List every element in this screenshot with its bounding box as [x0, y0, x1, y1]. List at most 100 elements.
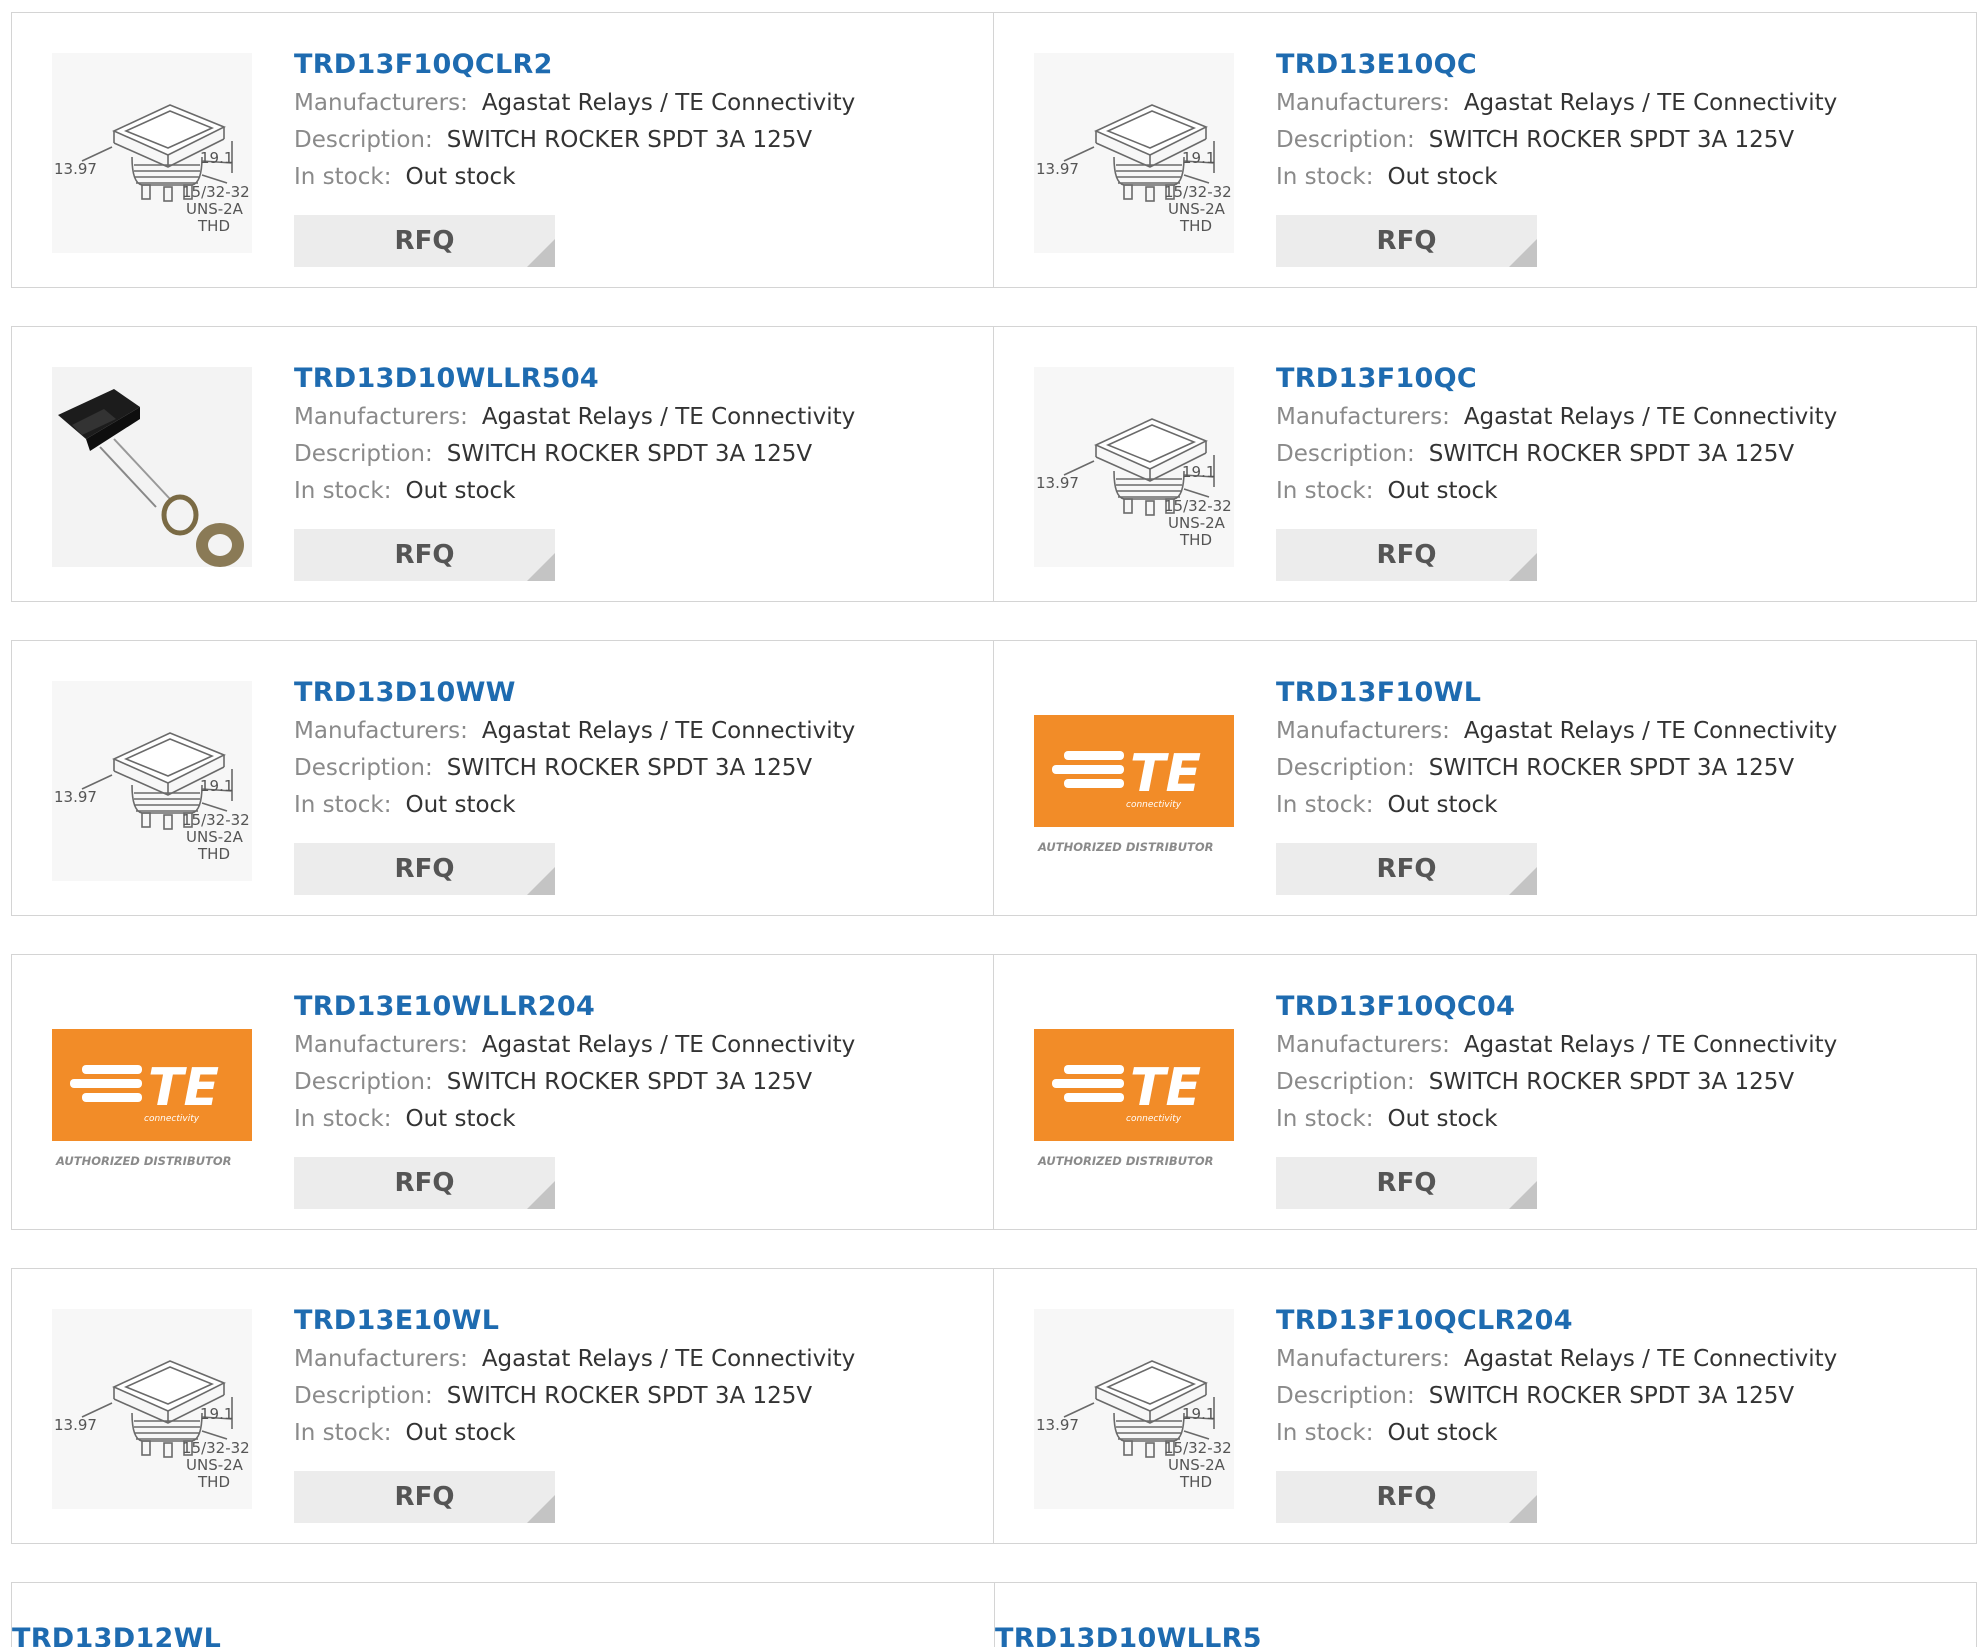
- product-info: TRD13D10WLLR504 Manufacturers: Agastat Re…: [294, 359, 855, 510]
- manufacturer-value: Agastat Relays / TE Connectivity: [481, 1346, 856, 1372]
- product-image[interactable]: [52, 367, 252, 567]
- description-value: SWITCH ROCKER SPDT 3A 125V: [446, 1383, 813, 1409]
- corner-triangle-icon: [527, 1495, 555, 1523]
- stock-line: In stock: Out stock: [294, 159, 855, 196]
- product-title-link[interactable]: TRD13F10QCLR2: [294, 45, 855, 85]
- product-image[interactable]: 13.97 19.1 15/32-32 UNS-2A THD: [52, 681, 252, 881]
- product-card: 13.97 19.1 15/32-32 UNS-2A THD TRD13F10Q…: [994, 1268, 1977, 1544]
- product-row-partial: TRD13D12WL TRD13D10WLLR5: [11, 1582, 1977, 1647]
- product-title-link[interactable]: TRD13F10QCLR204: [1276, 1301, 1837, 1341]
- stock-label: In stock:: [1276, 1106, 1374, 1132]
- manufacturer-line: Manufacturers: Agastat Relays / TE Connec…: [1276, 399, 1837, 436]
- svg-text:connectivity: connectivity: [1126, 1114, 1182, 1124]
- rfq-button[interactable]: RFQ: [1276, 843, 1537, 895]
- rocker-switch-drawing-icon: 13.97 19.1 15/32-32 UNS-2A THD: [52, 1309, 252, 1509]
- stock-label: In stock:: [1276, 164, 1374, 190]
- svg-text:13.97: 13.97: [54, 788, 97, 806]
- te-connectivity-logo: TE connectivity AUTHORIZED DISTRIBUTOR: [1034, 681, 1234, 881]
- product-image[interactable]: 13.97 19.1 15/32-32 UNS-2A THD: [1034, 53, 1234, 253]
- description-value: SWITCH ROCKER SPDT 3A 125V: [1428, 755, 1795, 781]
- product-title-link[interactable]: TRD13F10WL: [1276, 673, 1837, 713]
- product-title-link[interactable]: TRD13E10WL: [294, 1301, 855, 1341]
- rfq-button[interactable]: RFQ: [294, 1157, 555, 1209]
- description-value: SWITCH ROCKER SPDT 3A 125V: [446, 1069, 813, 1095]
- product-title-link[interactable]: TRD13D10WLLR5: [995, 1619, 1262, 1647]
- stock-label: In stock:: [294, 792, 392, 818]
- rfq-label: RFQ: [394, 1482, 455, 1512]
- svg-text:THD: THD: [197, 217, 230, 235]
- stock-label: In stock:: [1276, 478, 1374, 504]
- stock-value: Out stock: [1387, 164, 1498, 190]
- product-title-link[interactable]: TRD13E10QC: [1276, 45, 1837, 85]
- svg-text:13.97: 13.97: [54, 160, 97, 178]
- description-value: SWITCH ROCKER SPDT 3A 125V: [1428, 1383, 1795, 1409]
- product-info: TRD13F10QCLR2 Manufacturers: Agastat Rela…: [294, 45, 855, 196]
- svg-text:UNS-2A: UNS-2A: [1168, 200, 1226, 218]
- rocker-switch-drawing-icon: 13.97 19.1 15/32-32 UNS-2A THD: [52, 53, 252, 253]
- rfq-button[interactable]: RFQ: [294, 529, 555, 581]
- product-image[interactable]: 13.97 19.1 15/32-32 UNS-2A THD: [1034, 1309, 1234, 1509]
- rfq-button[interactable]: RFQ: [294, 215, 555, 267]
- product-grid: 13.97 19.1 15/32-32 UNS-2A THD TRD13F10Q…: [11, 0, 1977, 1647]
- svg-text:19.1: 19.1: [1182, 1405, 1215, 1423]
- manufacturer-line: Manufacturers: Agastat Relays / TE Connec…: [294, 85, 855, 122]
- svg-text:UNS-2A: UNS-2A: [186, 200, 244, 218]
- svg-text:13.97: 13.97: [1036, 1416, 1079, 1434]
- stock-value: Out stock: [405, 1420, 516, 1446]
- svg-text:13.97: 13.97: [1036, 160, 1079, 178]
- product-title-link[interactable]: TRD13D12WL: [12, 1619, 221, 1647]
- manufacturer-value: Agastat Relays / TE Connectivity: [1463, 1032, 1838, 1058]
- description-label: Description:: [294, 1383, 433, 1409]
- svg-text:UNS-2A: UNS-2A: [186, 1456, 244, 1474]
- product-card: 13.97 19.1 15/32-32 UNS-2A THD TRD13E10Q…: [994, 12, 1977, 288]
- rfq-label: RFQ: [1376, 1168, 1437, 1198]
- rfq-button[interactable]: RFQ: [1276, 529, 1537, 581]
- product-title-link[interactable]: TRD13E10WLLR204: [294, 987, 855, 1027]
- product-title-link[interactable]: TRD13F10QC: [1276, 359, 1837, 399]
- product-image[interactable]: 13.97 19.1 15/32-32 UNS-2A THD: [52, 53, 252, 253]
- stock-line: In stock: Out stock: [1276, 159, 1837, 196]
- manufacturer-label: Manufacturers:: [294, 718, 468, 744]
- corner-triangle-icon: [527, 867, 555, 895]
- stock-value: Out stock: [405, 792, 516, 818]
- stock-value: Out stock: [1387, 1106, 1498, 1132]
- rfq-button[interactable]: RFQ: [294, 843, 555, 895]
- product-image[interactable]: TE connectivity AUTHORIZED DISTRIBUTOR: [1034, 995, 1234, 1195]
- stock-line: In stock: Out stock: [294, 1101, 855, 1138]
- description-label: Description:: [294, 1069, 433, 1095]
- rfq-button[interactable]: RFQ: [1276, 1471, 1537, 1523]
- product-card: 13.97 19.1 15/32-32 UNS-2A THD TRD13D10W…: [11, 640, 994, 916]
- product-info: TRD13E10WLLR204 Manufacturers: Agastat Re…: [294, 987, 855, 1138]
- product-card: TE connectivity AUTHORIZED DISTRIBUTOR T…: [994, 954, 1977, 1230]
- product-info: TRD13F10QCLR204 Manufacturers: Agastat Re…: [1276, 1301, 1837, 1452]
- rfq-label: RFQ: [1376, 540, 1437, 570]
- te-connectivity-logo: TE connectivity AUTHORIZED DISTRIBUTOR: [52, 995, 252, 1195]
- product-image[interactable]: TE connectivity AUTHORIZED DISTRIBUTOR: [1034, 681, 1234, 881]
- product-title-link[interactable]: TRD13D10WW: [294, 673, 855, 713]
- rfq-button[interactable]: RFQ: [1276, 1157, 1537, 1209]
- product-title-link[interactable]: TRD13F10QC04: [1276, 987, 1837, 1027]
- svg-text:TE: TE: [148, 1058, 219, 1118]
- manufacturer-label: Manufacturers:: [294, 404, 468, 430]
- svg-text:15/32-32: 15/32-32: [182, 811, 250, 829]
- rfq-button[interactable]: RFQ: [294, 1471, 555, 1523]
- svg-text:TE: TE: [1130, 744, 1201, 804]
- description-value: SWITCH ROCKER SPDT 3A 125V: [446, 127, 813, 153]
- rocker-switch-drawing-icon: 13.97 19.1 15/32-32 UNS-2A THD: [1034, 1309, 1234, 1509]
- stock-line: In stock: Out stock: [1276, 1415, 1837, 1452]
- product-info: TRD13F10WL Manufacturers: Agastat Relays …: [1276, 673, 1837, 824]
- product-image[interactable]: TE connectivity AUTHORIZED DISTRIBUTOR: [52, 995, 252, 1195]
- product-title-link[interactable]: TRD13D10WLLR504: [294, 359, 855, 399]
- corner-triangle-icon: [1509, 239, 1537, 267]
- svg-text:13.97: 13.97: [54, 1416, 97, 1434]
- svg-text:THD: THD: [197, 845, 230, 863]
- svg-text:THD: THD: [1179, 217, 1212, 235]
- product-image[interactable]: 13.97 19.1 15/32-32 UNS-2A THD: [52, 1309, 252, 1509]
- corner-triangle-icon: [1509, 1181, 1537, 1209]
- svg-text:THD: THD: [1179, 531, 1212, 549]
- description-label: Description:: [1276, 1069, 1415, 1095]
- product-card: TE connectivity AUTHORIZED DISTRIBUTOR T…: [994, 640, 1977, 916]
- rfq-button[interactable]: RFQ: [1276, 215, 1537, 267]
- svg-text:19.1: 19.1: [200, 777, 233, 795]
- product-image[interactable]: 13.97 19.1 15/32-32 UNS-2A THD: [1034, 367, 1234, 567]
